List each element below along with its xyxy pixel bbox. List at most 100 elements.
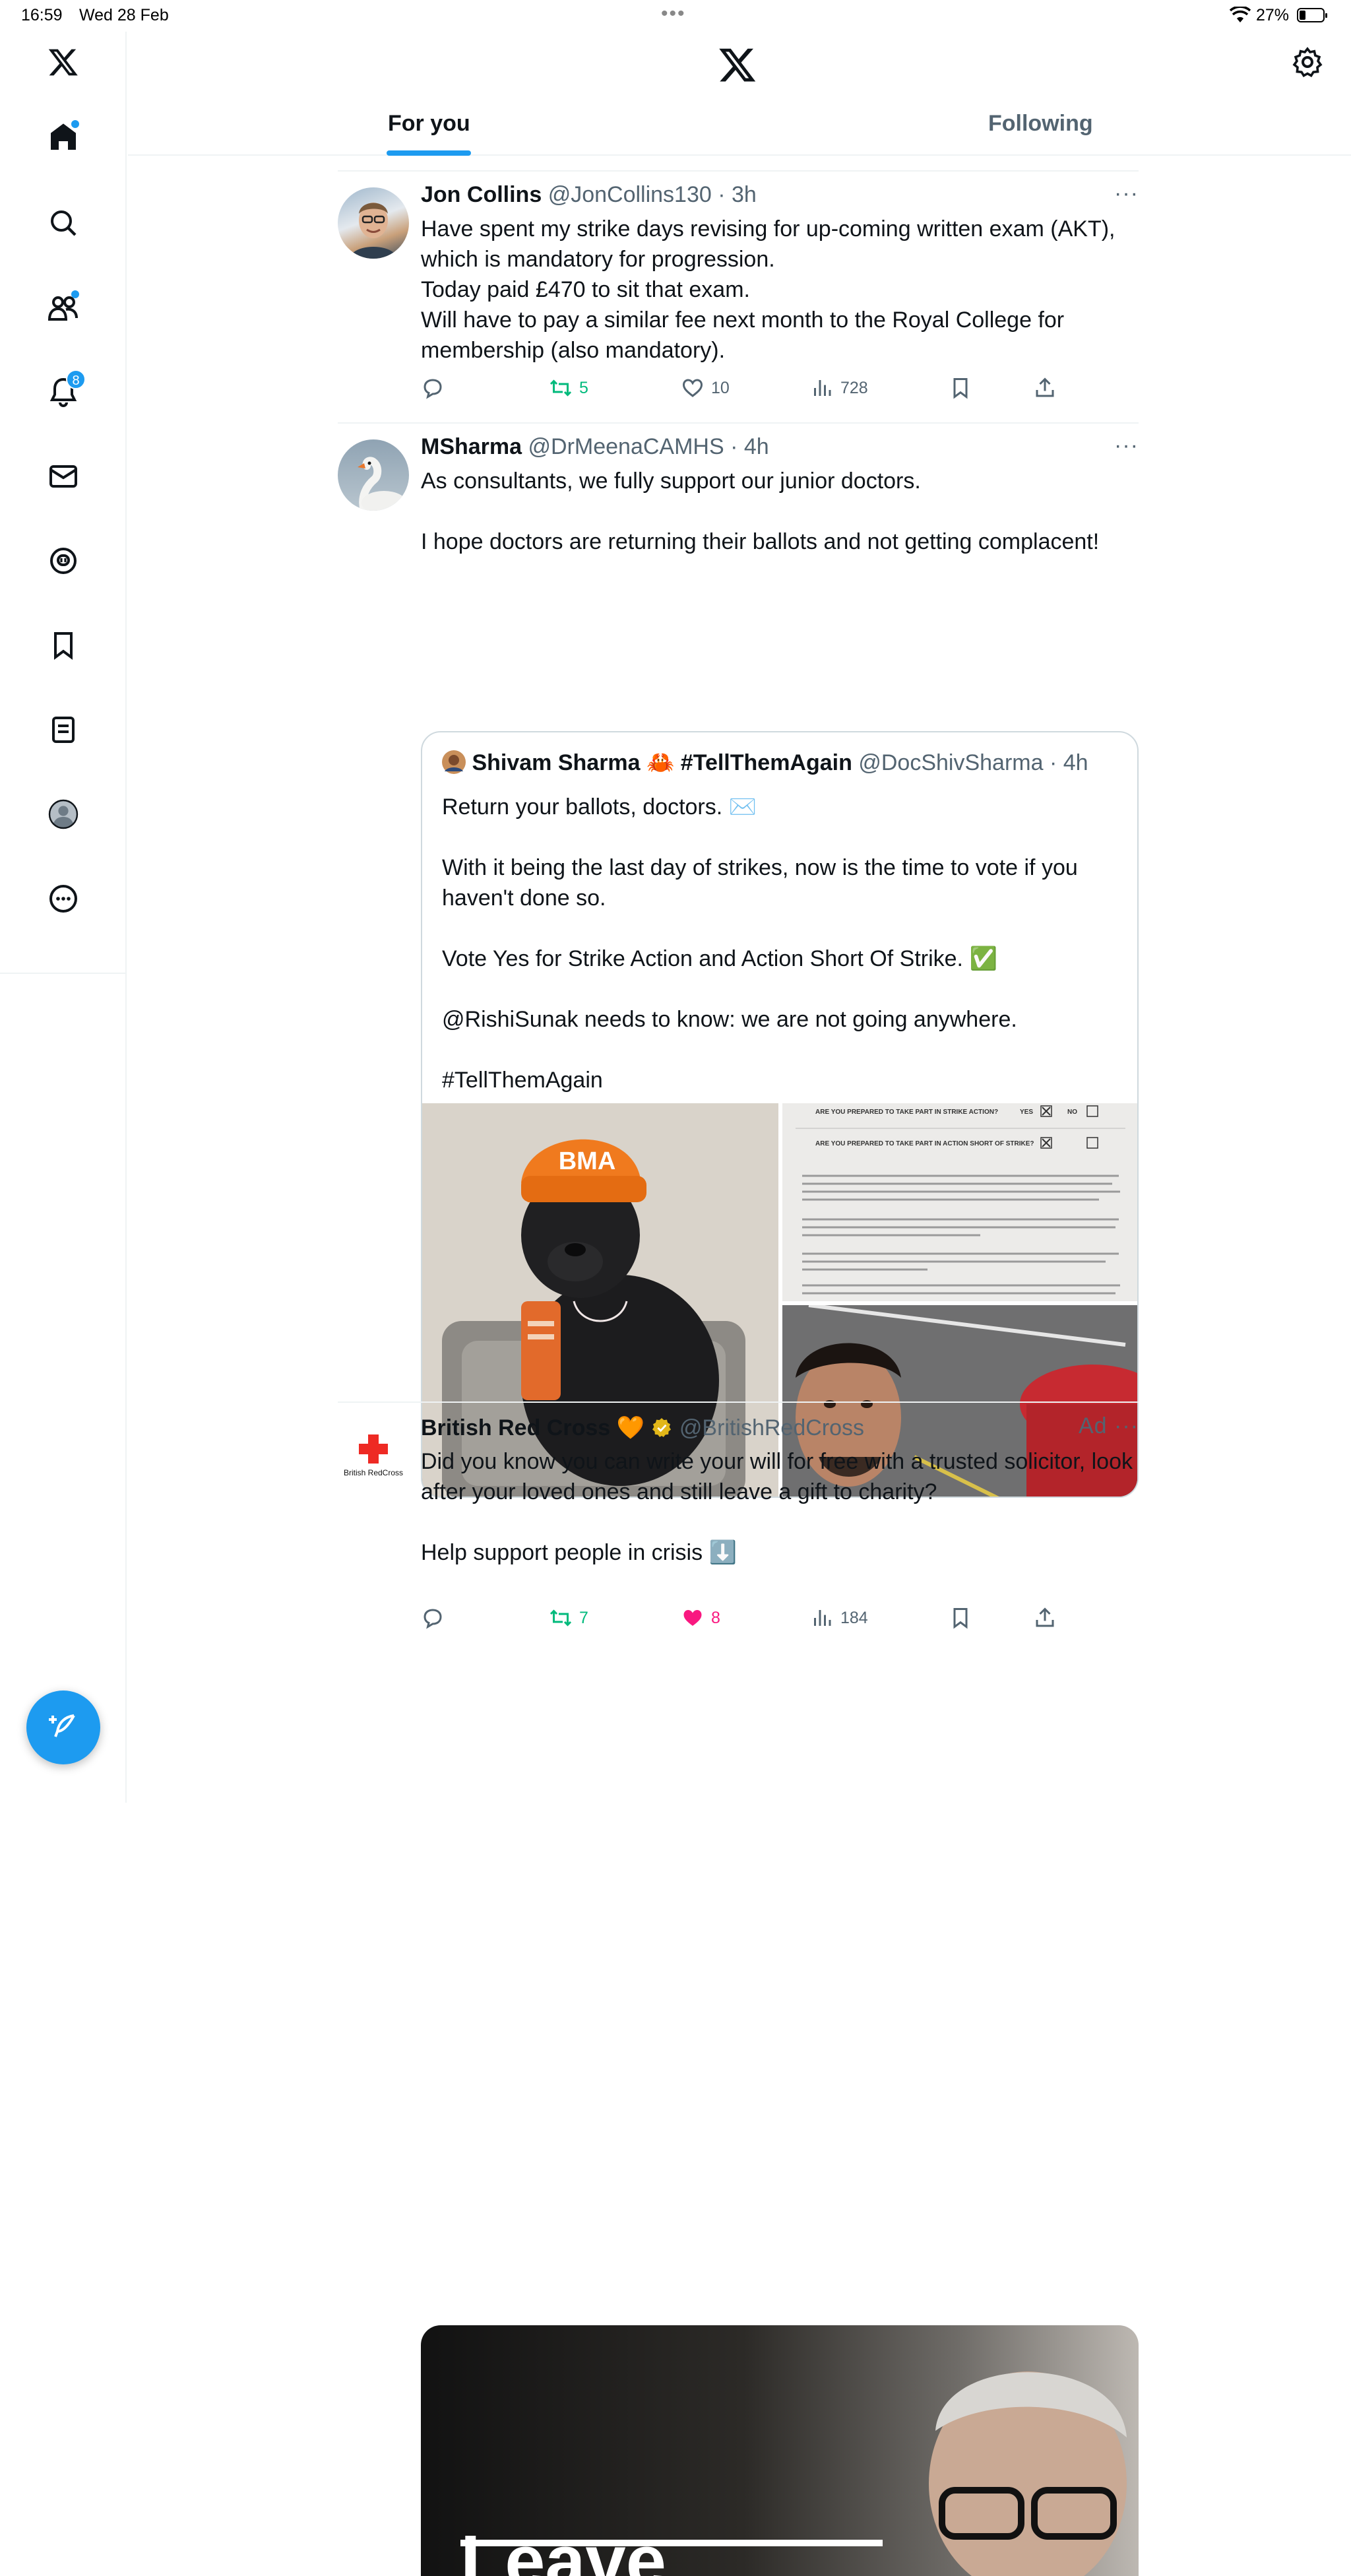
multitasking-dots-icon[interactable]: ••• bbox=[661, 3, 686, 25]
ballot-paper-image[interactable]: ARE YOU PREPARED TO TAKE PART IN STRIKE … bbox=[782, 1103, 1137, 1301]
bookmark-icon bbox=[953, 378, 968, 399]
compose-post-button[interactable] bbox=[26, 1690, 100, 1764]
like-count: 8 bbox=[711, 1608, 720, 1627]
quoted-header: Shivam Sharma 🦀 #TellThemAgain @DocShivS… bbox=[442, 750, 1088, 776]
tweet-actions: 7 8 184 bbox=[421, 1606, 1139, 1638]
author-handle[interactable]: @JonCollins130 bbox=[548, 182, 712, 207]
view-count: 728 bbox=[840, 378, 868, 397]
timestamp[interactable]: 4h bbox=[744, 434, 769, 459]
ballot-yes-label: YES bbox=[1020, 1109, 1033, 1116]
ad-video-image[interactable]: Leave bbox=[421, 2325, 1139, 2576]
ballot-question-1: ARE YOU PREPARED TO TAKE PART IN STRIKE … bbox=[815, 1109, 998, 1116]
messages-envelope-icon[interactable] bbox=[37, 450, 90, 503]
lists-icon[interactable] bbox=[37, 703, 90, 756]
repost-button[interactable]: 5 bbox=[549, 376, 588, 400]
author-handle[interactable]: @DrMeenaCAMHS bbox=[528, 434, 724, 459]
red-cross-logo-text: British RedCross bbox=[344, 1468, 403, 1477]
share-button[interactable] bbox=[1033, 1606, 1057, 1630]
repost-icon bbox=[550, 1609, 572, 1626]
swan-photo-icon bbox=[358, 457, 406, 511]
home-unread-dot bbox=[71, 120, 79, 128]
bookmark-button[interactable] bbox=[949, 1606, 972, 1630]
views-button[interactable]: 728 bbox=[810, 376, 868, 400]
notifications-count-badge: 8 bbox=[66, 370, 86, 389]
settings-gear-icon[interactable] bbox=[1292, 46, 1323, 78]
notifications-bell-icon[interactable]: 8 bbox=[37, 366, 90, 418]
battery-icon bbox=[1297, 8, 1327, 22]
timestamp[interactable]: 3h bbox=[732, 182, 757, 207]
status-bar: 16:59 Wed 28 Feb ••• 27% bbox=[0, 0, 1351, 32]
ballot-photo: ARE YOU PREPARED TO TAKE PART IN STRIKE … bbox=[782, 1103, 1137, 1301]
bookmark-button[interactable] bbox=[949, 376, 972, 400]
clock: 16:59 bbox=[21, 6, 63, 24]
like-button[interactable]: 10 bbox=[681, 376, 730, 400]
author-name[interactable]: British Red Cross 🧡 bbox=[421, 1415, 644, 1440]
tweet-header: MSharma @DrMeenaCAMHS · 4h bbox=[421, 434, 769, 459]
sidebar-divider bbox=[0, 973, 127, 974]
tab-following[interactable]: Following bbox=[988, 111, 1093, 137]
home-icon[interactable] bbox=[37, 111, 90, 164]
active-tab-indicator bbox=[387, 150, 471, 156]
battery-percent: 27% bbox=[1256, 6, 1290, 24]
reply-button[interactable] bbox=[421, 1606, 445, 1630]
avatar[interactable] bbox=[338, 187, 409, 259]
avatar[interactable] bbox=[338, 439, 409, 511]
profile-avatar-icon[interactable] bbox=[37, 788, 90, 841]
grok-icon[interactable] bbox=[37, 534, 90, 587]
person-photo-icon bbox=[350, 203, 397, 259]
x-logo-icon[interactable] bbox=[37, 36, 90, 88]
heart-filled-icon bbox=[683, 1610, 702, 1626]
tweet-header: British Red Cross 🧡 @BritishRedCross bbox=[421, 1415, 864, 1441]
more-options-icon[interactable] bbox=[37, 872, 90, 925]
ad-label: Ad bbox=[1078, 1413, 1108, 1438]
quoted-text: Return your ballots, doctors. ✉️ With it… bbox=[442, 794, 1078, 1093]
repost-count: 7 bbox=[579, 1608, 588, 1627]
tweet-text: Did you know you can write your will for… bbox=[421, 1449, 1133, 1565]
more-menu-icon[interactable]: ··· bbox=[1114, 433, 1139, 459]
ad-image-caption: Leave bbox=[460, 2521, 666, 2576]
quoted-author-handle[interactable]: @DocShivSharma bbox=[858, 750, 1043, 775]
search-icon[interactable] bbox=[37, 197, 90, 249]
author-name[interactable]: Jon Collins bbox=[421, 182, 542, 207]
author-handle[interactable]: @BritishRedCross bbox=[679, 1415, 864, 1440]
view-count: 184 bbox=[840, 1608, 868, 1627]
divider bbox=[338, 422, 1139, 424]
repost-count: 5 bbox=[579, 378, 588, 397]
analytics-bars-icon bbox=[814, 1610, 831, 1626]
wifi-icon bbox=[1230, 7, 1251, 22]
date: Wed 28 Feb bbox=[79, 6, 169, 24]
bma-hat-label: BMA bbox=[559, 1147, 616, 1175]
communities-icon[interactable] bbox=[37, 281, 90, 334]
ballot-no-label: NO bbox=[1067, 1109, 1077, 1116]
avatar[interactable]: British RedCross bbox=[338, 1420, 409, 1491]
tweet-actions: 5 10 728 bbox=[421, 376, 1139, 408]
repost-button[interactable]: 7 bbox=[549, 1606, 588, 1630]
header: For you Following bbox=[128, 32, 1351, 156]
x-logo-icon[interactable] bbox=[718, 45, 757, 84]
heart-icon bbox=[682, 379, 703, 397]
ad-label-and-menu[interactable]: Ad ··· bbox=[1079, 1413, 1139, 1439]
share-button[interactable] bbox=[1033, 376, 1057, 400]
more-menu-icon[interactable]: ··· bbox=[1114, 1413, 1139, 1438]
ballot-question-2: ARE YOU PREPARED TO TAKE PART IN ACTION … bbox=[815, 1140, 1034, 1147]
quoted-author-name[interactable]: Shivam Sharma 🦀 #TellThemAgain bbox=[472, 750, 852, 775]
red-cross-logo: British RedCross bbox=[344, 1434, 403, 1477]
views-button[interactable]: 184 bbox=[810, 1606, 868, 1630]
feather-plus-icon bbox=[49, 1714, 75, 1737]
quoted-avatar[interactable] bbox=[442, 750, 466, 774]
reply-button[interactable] bbox=[421, 376, 445, 400]
like-button[interactable]: 8 bbox=[681, 1606, 720, 1630]
bookmarks-icon[interactable] bbox=[37, 619, 90, 672]
quoted-timestamp[interactable]: 4h bbox=[1063, 750, 1088, 775]
gold-verified-badge-icon bbox=[652, 1418, 672, 1437]
tweet-header: Jon Collins @JonCollins130 · 3h bbox=[421, 182, 757, 207]
tweet-text: Have spent my strike days revising for u… bbox=[421, 216, 1115, 363]
quoted-tweet[interactable]: Shivam Sharma 🦀 #TellThemAgain @DocShivS… bbox=[421, 731, 1139, 1498]
divider bbox=[338, 1401, 1139, 1403]
divider bbox=[338, 170, 1139, 172]
tab-for-you[interactable]: For you bbox=[388, 111, 470, 137]
bookmark-icon bbox=[953, 1608, 968, 1629]
author-name[interactable]: MSharma bbox=[421, 434, 522, 459]
share-upload-icon bbox=[1036, 377, 1054, 397]
more-menu-icon[interactable]: ··· bbox=[1114, 181, 1139, 207]
